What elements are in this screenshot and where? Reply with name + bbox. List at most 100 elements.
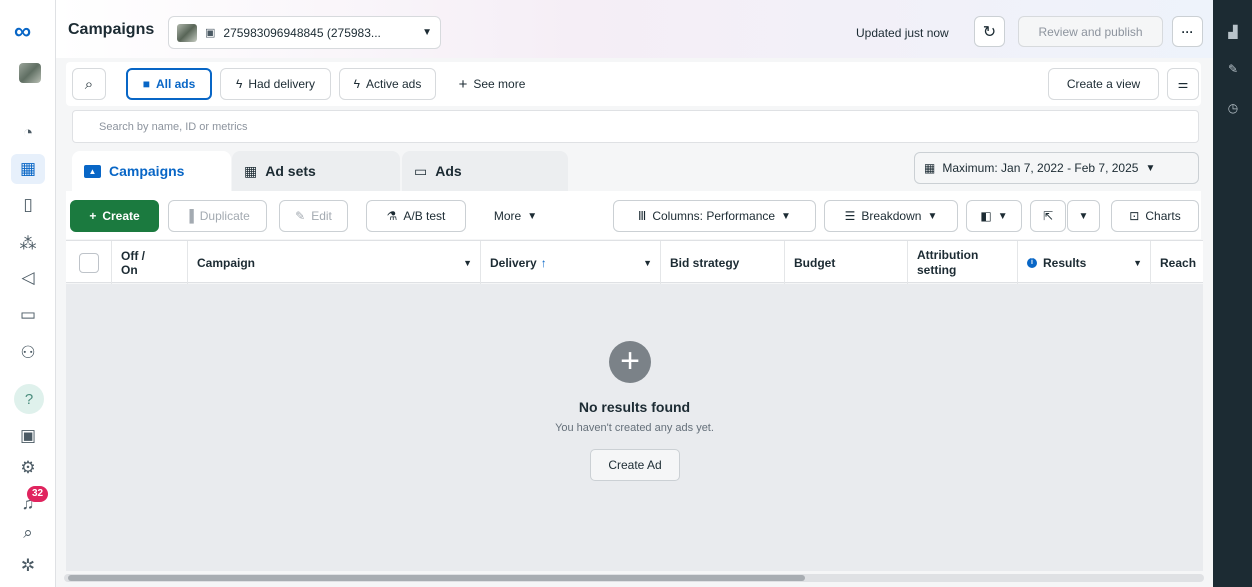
horizontal-scrollbar-thumb[interactable] (68, 575, 805, 581)
tab-ads-label: Ads (435, 163, 462, 179)
lightning-icon: ϟ (235, 77, 243, 91)
overview-gauge-icon[interactable]: ◔ (16, 121, 40, 145)
see-more-filters-button[interactable]: + See more (447, 68, 537, 100)
column-results-label: Results (1043, 255, 1087, 270)
columns-button[interactable]: Ⅲ Columns: Performance ▼ (613, 200, 816, 232)
folder-icon: ■ (142, 77, 150, 91)
duplicate-label: Duplicate (199, 209, 250, 223)
create-view-button[interactable]: Create a view (1048, 68, 1159, 100)
create-button[interactable]: + Create (70, 200, 159, 232)
column-header-attribution-setting[interactable]: Attribution setting (907, 241, 1017, 284)
column-header-results[interactable]: i Results ▼ (1017, 241, 1150, 284)
chevron-down-icon: ▼ (781, 210, 791, 222)
account-avatar[interactable] (19, 63, 41, 83)
charts-button[interactable]: ⊡ Charts (1111, 200, 1199, 232)
pencil-icon[interactable]: ✎ (1226, 62, 1240, 76)
tab-ads[interactable]: ▭ Ads (402, 151, 568, 191)
tab-ad-sets[interactable]: ▦ Ad sets (232, 151, 400, 191)
pages-icon[interactable]: ▯ (16, 193, 40, 217)
export-icon: ⇱ (1042, 209, 1054, 223)
help-icon[interactable]: ? (14, 384, 44, 414)
tab-campaigns[interactable]: ▲ Campaigns (72, 151, 231, 191)
campaign-folder-icon: ▲ (84, 164, 101, 178)
refresh-icon: ↻ (982, 23, 997, 41)
breakdown-label: Breakdown (861, 209, 922, 223)
select-all-checkbox[interactable] (78, 252, 99, 273)
more-actions-button[interactable]: More ▼ (478, 200, 553, 232)
ad-sets-grid-icon: ▦ (244, 162, 258, 179)
filter-all-ads[interactable]: ■ All ads (126, 68, 212, 100)
billing-card-icon[interactable]: ▭ (16, 303, 40, 327)
sort-arrow-up-icon: ↑ (540, 255, 547, 270)
date-range-picker[interactable]: ▦ Maximum: Jan 7, 2022 - Feb 7, 2025 ▼ (914, 152, 1199, 184)
page-title: Campaigns (68, 21, 155, 38)
select-all-cell (66, 241, 111, 284)
filter-had-delivery[interactable]: ϟ Had delivery (220, 68, 331, 100)
filter-all-ads-label: All ads (155, 77, 196, 91)
column-header-off-on[interactable]: Off / On (111, 241, 187, 284)
columns-label: Columns: Performance (652, 209, 776, 223)
more-label: More (493, 209, 522, 223)
breakdown-button[interactable]: ☰ Breakdown ▼ (824, 200, 958, 232)
duplicate-icon: ▐ (185, 209, 194, 223)
duplicate-button[interactable]: ▐ Duplicate (168, 200, 267, 232)
plus-icon: + (458, 75, 468, 93)
campaigns-megaphone-icon[interactable]: ◁ (16, 266, 40, 290)
edit-label: Edit (311, 209, 332, 223)
chevron-down-icon: ▼ (463, 257, 472, 268)
date-range-label: Maximum: Jan 7, 2022 - Feb 7, 2025 (942, 161, 1139, 175)
search-bar (72, 110, 1199, 143)
table-header: Off / On Campaign ▼ Delivery ↑ ▼ Bid str… (66, 240, 1203, 284)
columns-icon: Ⅲ (638, 209, 647, 223)
reports-button[interactable]: ◧ ▼ (966, 200, 1022, 232)
add-circle-icon: + (609, 341, 651, 383)
filter-settings-button[interactable]: ⚌ (1167, 68, 1199, 100)
search-input[interactable] (73, 111, 1198, 142)
calendar-icon: ▦ (924, 161, 936, 175)
meta-logo-icon[interactable]: ∞ (14, 18, 31, 46)
table-toolbar: + Create ▐ Duplicate ✎ Edit ⚗ A/B test M… (66, 191, 1201, 239)
column-delivery-label: Delivery (490, 255, 537, 270)
updated-status: Updated just now (856, 26, 949, 40)
create-label: Create (102, 209, 140, 223)
breakdown-icon: ☰ (844, 209, 856, 223)
chevron-down-icon: ▼ (1078, 210, 1089, 222)
flask-icon: ⚗ (386, 209, 398, 223)
ab-test-button[interactable]: ⚗ A/B test (366, 200, 466, 232)
filter-active-ads-label: Active ads (366, 77, 422, 91)
search-toggle-button[interactable]: ⌕ (72, 68, 106, 100)
pencil-icon: ✎ (295, 209, 306, 223)
history-clock-icon[interactable]: ◷ (1226, 101, 1240, 115)
create-ad-button[interactable]: Create Ad (590, 449, 680, 481)
filter-active-ads[interactable]: ϟ Active ads (339, 68, 436, 100)
account-id-icon: ▣ (205, 27, 216, 39)
column-header-campaign[interactable]: Campaign ▼ (187, 241, 480, 284)
audiences-icon[interactable]: ⁂ (16, 232, 40, 256)
ads-manager-table-icon[interactable]: ▦ (11, 154, 45, 184)
chart-icon: ⊡ (1129, 209, 1140, 223)
more-options-button[interactable]: ··· (1172, 16, 1203, 47)
settings-gear-icon[interactable]: ⚙ (16, 456, 40, 480)
see-more-label: See more (473, 77, 526, 91)
export-button[interactable]: ⇱ (1030, 200, 1066, 232)
search-icon[interactable]: ⌕ (16, 521, 40, 545)
column-header-delivery[interactable]: Delivery ↑ ▼ (480, 241, 660, 284)
insights-bar-chart-icon[interactable]: ▟ (1226, 25, 1240, 39)
column-header-budget[interactable]: Budget (784, 241, 907, 284)
column-header-bid-strategy[interactable]: Bid strategy (660, 241, 784, 284)
tab-ad-sets-label: Ad sets (265, 163, 316, 179)
refresh-button[interactable]: ↻ (974, 16, 1005, 47)
chevron-down-icon: ▼ (643, 257, 652, 268)
filter-bar: ⌕ ■ All ads ϟ Had delivery ϟ Active ads … (66, 62, 1201, 106)
business-tools-icon[interactable]: ⚇ (16, 341, 40, 365)
empty-state-title: No results found (578, 399, 691, 415)
events-manager-icon[interactable]: ▣ (16, 424, 40, 448)
review-and-publish-button[interactable]: Review and publish (1018, 16, 1163, 47)
export-dropdown-button[interactable]: ▼ (1067, 200, 1100, 232)
account-selector[interactable]: ▣ 275983096948845 (275983... ▼ (168, 16, 441, 49)
right-side-panel: ▟ ✎ ◷ (1213, 0, 1252, 587)
edit-button[interactable]: ✎ Edit (279, 200, 348, 232)
column-header-reach[interactable]: Reach (1150, 241, 1203, 284)
report-bug-icon[interactable]: ✲ (16, 554, 40, 578)
column-attribution-line1: Attribution (917, 247, 979, 262)
